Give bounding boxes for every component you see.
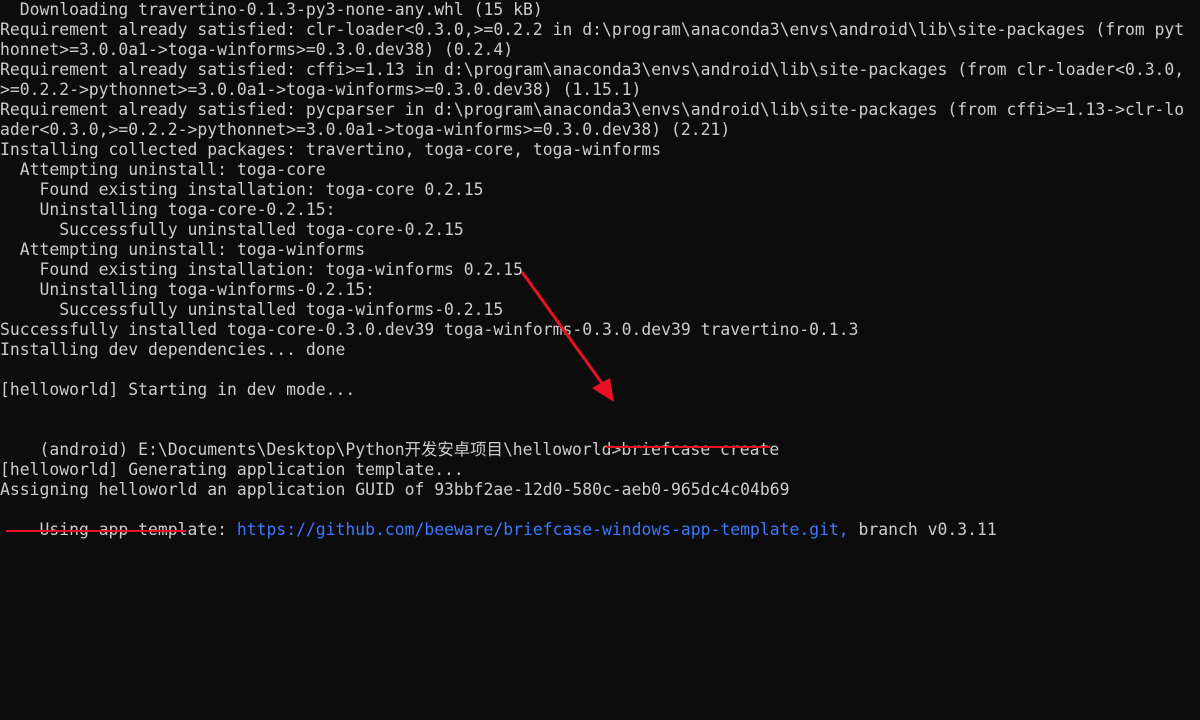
- terminal-window[interactable]: Downloading travertino-0.1.3-py3-none-an…: [0, 0, 1200, 720]
- arrow-head-icon: [592, 378, 614, 402]
- arrow-shaft: [520, 271, 606, 387]
- arrow-annotation: [520, 271, 614, 402]
